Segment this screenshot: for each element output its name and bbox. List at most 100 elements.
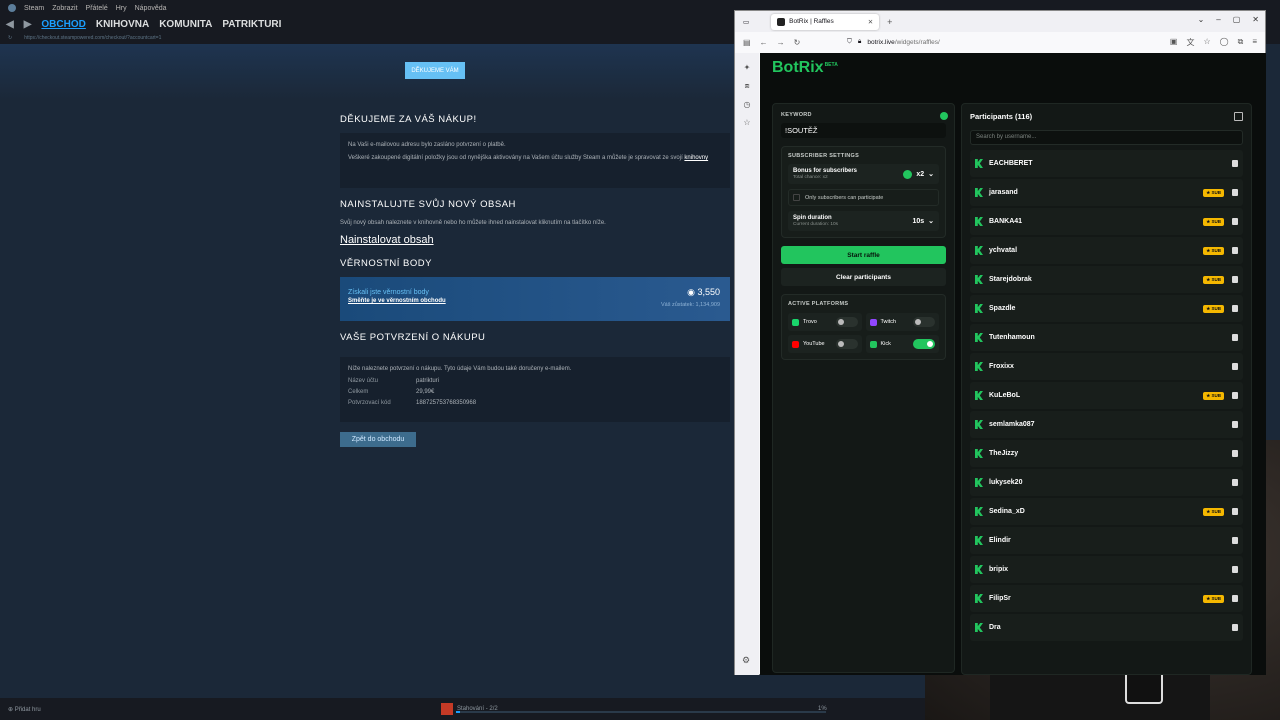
- trash-icon[interactable]: [1232, 624, 1238, 631]
- close-window-icon[interactable]: ✕: [1252, 15, 1259, 24]
- library-link[interactable]: knihovny: [684, 155, 708, 161]
- trash-icon[interactable]: [1232, 566, 1238, 573]
- spin-select[interactable]: 10s ⌄: [912, 217, 934, 226]
- trovo-toggle[interactable]: [835, 317, 858, 327]
- receipt-row: Potvrzovací kód 1887257537683509​68: [348, 400, 477, 406]
- menu-friends[interactable]: Přátelé: [86, 5, 108, 12]
- menu-view[interactable]: Zobrazit: [52, 5, 77, 12]
- new-tab-icon[interactable]: +: [887, 17, 892, 27]
- youtube-toggle[interactable]: [835, 339, 858, 349]
- extensions-icon[interactable]: ⧉: [1238, 37, 1244, 48]
- trash-icon[interactable]: [1232, 160, 1238, 167]
- trash-icon[interactable]: [1232, 450, 1238, 457]
- thanks-panel: Na Vaši e-mailovou adresu bylo zasláno p…: [340, 133, 730, 188]
- twitch-toggle[interactable]: [913, 317, 935, 327]
- install-link[interactable]: Nainstalovat obsah: [340, 234, 434, 246]
- maximize-icon[interactable]: ▢: [1233, 15, 1241, 24]
- trash-icon[interactable]: [1232, 218, 1238, 225]
- trash-icon[interactable]: [1232, 392, 1238, 399]
- steam-logo-icon: [8, 4, 16, 12]
- trash-icon[interactable]: [1232, 363, 1238, 370]
- ai-chat-icon[interactable]: ✦: [744, 63, 751, 72]
- trash-icon[interactable]: [1232, 276, 1238, 283]
- participant-row: FilipSr ★ SUB: [970, 585, 1243, 612]
- back-to-store-button[interactable]: Zpět do obchodu: [340, 432, 416, 447]
- subscriber-settings: SUBSCRIBER SETTINGS Bonus for subscriber…: [781, 146, 946, 238]
- participant-row: semlamka087: [970, 411, 1243, 438]
- forward-icon[interactable]: →: [777, 38, 785, 47]
- keyword-label: KEYWORD: [781, 112, 812, 118]
- menu-games[interactable]: Hry: [116, 5, 127, 12]
- forward-arrow-icon[interactable]: ▶: [24, 19, 32, 30]
- lock-icon[interactable]: 🔒︎: [858, 38, 861, 46]
- close-tab-icon[interactable]: ✕: [868, 18, 873, 26]
- reader-icon[interactable]: ▣: [1170, 37, 1178, 48]
- tab-list-icon[interactable]: ⌄: [1198, 15, 1205, 24]
- keyword-input[interactable]: !SOUTĚŽ: [781, 123, 946, 138]
- bonus-select[interactable]: x2 ⌄: [903, 169, 934, 179]
- participant-row: Starejdobrak ★ SUB: [970, 266, 1243, 293]
- history-icon[interactable]: ◷: [744, 100, 751, 109]
- trash-icon[interactable]: [1232, 479, 1238, 486]
- participant-row: Sedina_xD ★ SUB: [970, 498, 1243, 525]
- platform-twitch: Twitch: [865, 313, 939, 331]
- spin-row: Spin duration Current duration: 10s 10s ⌄: [788, 211, 939, 231]
- trash-icon[interactable]: [1232, 508, 1238, 515]
- minimize-icon[interactable]: –: [1216, 15, 1220, 24]
- address-bar[interactable]: ⛉ 🔒︎ botrix.live/widgets/raffles/: [843, 34, 1083, 50]
- kick-toggle[interactable]: [913, 339, 935, 349]
- participant-search-input[interactable]: Search by username...: [970, 130, 1243, 145]
- trash-icon[interactable]: [1232, 595, 1238, 602]
- trash-icon[interactable]: [1232, 305, 1238, 312]
- back-arrow-icon[interactable]: ◀: [6, 19, 14, 30]
- receipt-text: Níže naleznete potvrzení o nákupu. Tyto …: [348, 366, 572, 372]
- info-icon[interactable]: [940, 112, 948, 120]
- hero-banner: [0, 44, 734, 100]
- kick-icon: [975, 565, 983, 574]
- participant-row: Dra: [970, 614, 1243, 641]
- sub-badge: ★ SUB: [1203, 594, 1224, 603]
- nav-user[interactable]: PATRIKTURI: [222, 19, 281, 30]
- start-raffle-button[interactable]: Start raffle: [781, 246, 946, 264]
- botrix-page: BotRixBETA KEYWORD !SOUTĚŽ SUBSCRIBER SE…: [760, 53, 1266, 675]
- nav-store[interactable]: OBCHOD: [41, 19, 85, 30]
- menu-steam[interactable]: Steam: [24, 5, 44, 12]
- menu-icon[interactable]: ≡: [1252, 37, 1257, 48]
- sidebar-settings-icon[interactable]: ⚙: [742, 655, 750, 666]
- refresh-icon[interactable]: ↻: [8, 35, 12, 41]
- account-icon[interactable]: ◯: [1220, 37, 1229, 48]
- translate-icon[interactable]: 文: [1186, 37, 1194, 48]
- trash-icon[interactable]: [1232, 537, 1238, 544]
- synced-tabs-icon[interactable]: ⧈: [744, 81, 749, 91]
- clear-participants-button[interactable]: Clear participants: [781, 268, 946, 286]
- shield-icon[interactable]: ⛉: [847, 38, 852, 46]
- bookmark-star-icon[interactable]: ☆: [1203, 37, 1210, 48]
- back-icon[interactable]: ←: [760, 38, 768, 47]
- download-status[interactable]: Stahování - 2/2: [441, 703, 498, 715]
- reload-icon[interactable]: ↻: [794, 38, 801, 47]
- add-game-button[interactable]: ⊕ Přidat hru: [8, 706, 41, 713]
- tab-title: BotRix | Raffles: [789, 18, 834, 25]
- trash-icon[interactable]: [1232, 421, 1238, 428]
- sidebar-toggle-icon[interactable]: ▤: [743, 38, 751, 47]
- kick-icon: [975, 391, 983, 400]
- participant-name: KuLeBoL: [989, 392, 1021, 399]
- menu-help[interactable]: Nápověda: [135, 5, 167, 12]
- tab-botrix[interactable]: BotRix | Raffles ✕: [771, 13, 880, 30]
- tab-overview-icon[interactable]: ▭: [743, 18, 749, 26]
- nav-library[interactable]: KNIHOVNA: [96, 19, 149, 30]
- participant-name: ychvatal: [989, 247, 1018, 254]
- only-subs-checkbox[interactable]: Only subscribers can participate: [788, 189, 939, 206]
- copy-icon[interactable]: [1234, 112, 1243, 121]
- trash-icon[interactable]: [1232, 334, 1238, 341]
- nav-community[interactable]: KOMUNITA: [159, 19, 212, 30]
- platform-youtube: YouTube: [788, 335, 862, 353]
- participant-name: Elindir: [989, 537, 1011, 544]
- participant-row: lukysek20: [970, 469, 1243, 496]
- sub-badge: ★ SUB: [1203, 246, 1224, 255]
- participant-row: bripix: [970, 556, 1243, 583]
- bookmarks-icon[interactable]: ☆: [743, 118, 750, 127]
- botrix-logo[interactable]: BotRixBETA: [772, 59, 838, 77]
- trash-icon[interactable]: [1232, 247, 1238, 254]
- trash-icon[interactable]: [1232, 189, 1238, 196]
